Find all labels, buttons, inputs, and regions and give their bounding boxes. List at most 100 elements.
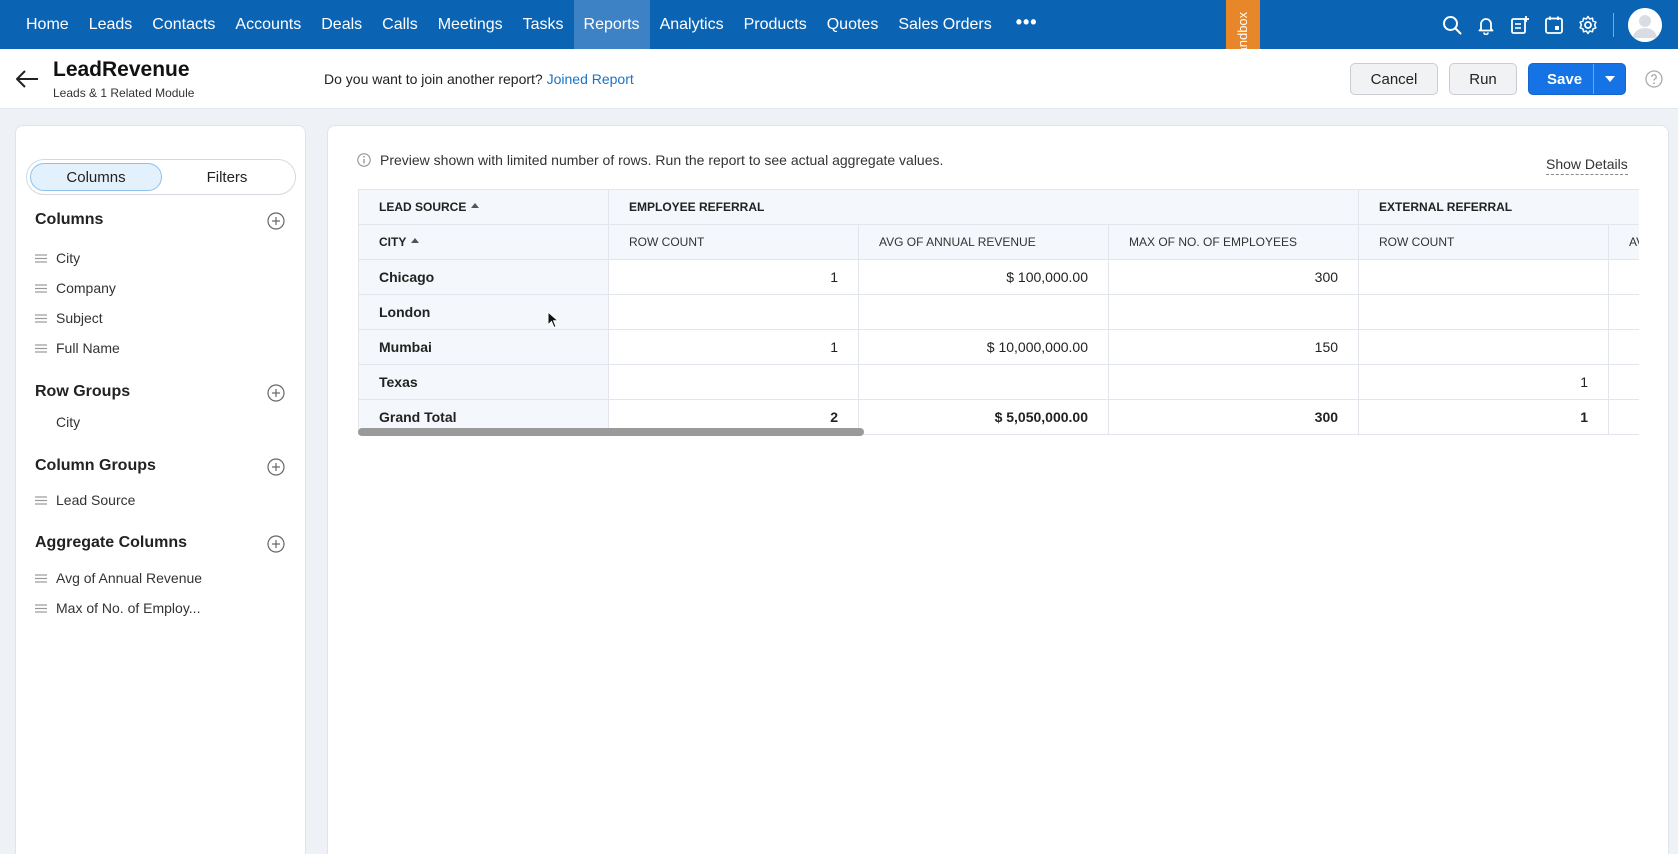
column-item-label: Company xyxy=(56,280,116,296)
lead-source-header[interactable]: LEAD SOURCE xyxy=(358,189,609,225)
nav-item-leads[interactable]: Leads xyxy=(79,0,143,49)
nav-item-accounts[interactable]: Accounts xyxy=(225,0,311,49)
table-row: Texas 1 xyxy=(358,364,1639,400)
cell-avg-annual-revenue xyxy=(858,294,1109,330)
sort-asc-icon[interactable] xyxy=(411,238,420,244)
aggregate-item-label: Max of No. of Employ... xyxy=(56,600,201,616)
row-label-city: London xyxy=(358,294,609,330)
cell-row-count: 1 xyxy=(608,329,859,365)
aggregate-item-avg-annual-revenue[interactable]: Avg of Annual Revenue xyxy=(35,568,202,588)
gear-icon[interactable] xyxy=(1571,8,1605,42)
cell-max-employees xyxy=(1107,364,1360,400)
aggregate-item-max-employees[interactable]: Max of No. of Employ... xyxy=(35,598,200,618)
column-group-item-lead-source[interactable]: Lead Source xyxy=(35,490,135,510)
drag-handle-icon[interactable] xyxy=(35,283,47,293)
join-report-prompt: Do you want to join another report? Join… xyxy=(324,71,634,87)
calendar-icon[interactable] xyxy=(1537,8,1571,42)
cell-total-avg-annual-revenue: $ 5,050,000.00 xyxy=(858,399,1109,435)
save-button[interactable]: Save xyxy=(1528,63,1626,95)
sort-asc-icon[interactable] xyxy=(471,203,480,209)
add-column-group-icon[interactable] xyxy=(267,458,285,476)
nav-item-tasks[interactable]: Tasks xyxy=(513,0,574,49)
cell-total-row-count: 1 xyxy=(1358,399,1610,435)
row-label-city: Mumbai xyxy=(358,329,609,365)
nav-utility-icons xyxy=(1435,0,1678,49)
drag-handle-icon[interactable] xyxy=(35,313,47,323)
add-row-group-icon[interactable] xyxy=(267,384,285,402)
cell-row-count xyxy=(1358,259,1610,295)
drag-handle-icon[interactable] xyxy=(35,495,47,505)
caret-down-icon xyxy=(1604,76,1615,82)
drag-handle-icon[interactable] xyxy=(35,573,47,583)
column-item-label: City xyxy=(56,250,81,266)
cell-truncated xyxy=(1608,294,1639,330)
nav-item-sales-orders[interactable]: Sales Orders xyxy=(888,0,1001,49)
run-button[interactable]: Run xyxy=(1449,63,1517,95)
nav-item-deals[interactable]: Deals xyxy=(311,0,372,49)
drag-handle-icon[interactable] xyxy=(35,253,47,263)
info-icon xyxy=(357,153,371,167)
column-item-city[interactable]: City xyxy=(35,248,80,268)
column-item-company[interactable]: Company xyxy=(35,278,116,298)
nav-item-reports[interactable]: Reports xyxy=(573,0,650,49)
cell-row-count xyxy=(608,294,859,330)
column-item-label: Full Name xyxy=(56,340,120,356)
cell-max-employees: 300 xyxy=(1107,259,1360,295)
row-label-city: Chicago xyxy=(358,259,609,295)
show-details-link[interactable]: Show Details xyxy=(1546,156,1628,175)
report-preview-panel: Preview shown with limited number of row… xyxy=(327,125,1669,854)
cell-avg-annual-revenue: $ 100,000.00 xyxy=(858,259,1109,295)
nav-item-quotes[interactable]: Quotes xyxy=(817,0,889,49)
group-header-external-referral: EXTERNAL REFERRAL xyxy=(1358,189,1639,225)
sub-header-row-count: ROW COUNT xyxy=(608,224,859,260)
add-note-icon[interactable] xyxy=(1503,8,1537,42)
user-avatar[interactable] xyxy=(1628,7,1662,42)
nav-item-home[interactable]: Home xyxy=(16,0,79,49)
group-header-employee-referral: EMPLOYEE REFERRAL xyxy=(607,189,1360,225)
save-label: Save xyxy=(1547,70,1583,88)
report-config-panel: Columns Filters Columns City Company Sub… xyxy=(15,125,306,854)
cell-row-count xyxy=(608,364,859,400)
table-row: Chicago 1 $ 100,000.00 300 xyxy=(358,259,1639,295)
tab-filters[interactable]: Filters xyxy=(161,163,293,191)
report-subtitle: Leads & 1 Related Module xyxy=(53,86,195,100)
joined-report-link[interactable]: Joined Report xyxy=(547,71,634,87)
cell-avg-annual-revenue: $ 10,000,000.00 xyxy=(858,329,1109,365)
nav-item-analytics[interactable]: Analytics xyxy=(650,0,734,49)
drag-handle-icon[interactable] xyxy=(35,343,47,353)
nav-item-calls[interactable]: Calls xyxy=(372,0,428,49)
column-group-item-label: Lead Source xyxy=(56,492,136,508)
add-column-icon[interactable] xyxy=(267,212,285,230)
city-header[interactable]: CITY xyxy=(358,224,609,260)
back-arrow-icon[interactable] xyxy=(14,68,40,90)
row-groups-section-title: Row Groups xyxy=(35,383,131,400)
top-navigation-bar: Home Leads Contacts Accounts Deals Calls… xyxy=(0,0,1678,49)
search-icon[interactable] xyxy=(1435,8,1469,42)
column-item-subject[interactable]: Subject xyxy=(35,308,103,328)
report-title: LeadRevenue xyxy=(53,58,190,81)
nav-item-contacts[interactable]: Contacts xyxy=(142,0,225,49)
sub-header-avg-annual-revenue: AVG OF ANNUAL REVENUE xyxy=(858,224,1109,260)
cancel-button[interactable]: Cancel xyxy=(1350,63,1438,95)
join-report-question: Do you want to join another report? xyxy=(324,71,543,87)
column-item-full-name[interactable]: Full Name xyxy=(35,338,120,358)
save-options-dropdown[interactable] xyxy=(1593,64,1625,94)
column-groups-section-title: Column Groups xyxy=(35,457,156,474)
nav-item-meetings[interactable]: Meetings xyxy=(428,0,513,49)
row-label-city: Texas xyxy=(358,364,609,400)
add-aggregate-icon[interactable] xyxy=(267,535,285,553)
drag-handle-icon[interactable] xyxy=(35,603,47,613)
aggregate-columns-section-title: Aggregate Columns xyxy=(35,534,188,551)
tab-columns[interactable]: Columns xyxy=(30,163,162,191)
bell-icon[interactable] xyxy=(1469,8,1503,42)
preview-info-message: Preview shown with limited number of row… xyxy=(357,152,943,168)
table-row: Mumbai 1 $ 10,000,000.00 150 xyxy=(358,329,1639,365)
cell-truncated xyxy=(1608,329,1639,365)
cell-total-max-employees: 300 xyxy=(1107,399,1360,435)
row-group-item-city[interactable]: City xyxy=(35,412,80,432)
horizontal-scrollbar[interactable] xyxy=(358,428,864,436)
report-header-bar: LeadRevenue Leads & 1 Related Module Do … xyxy=(0,49,1678,109)
help-icon[interactable] xyxy=(1645,70,1663,88)
more-modules-button[interactable]: ••• xyxy=(1002,0,1052,49)
nav-item-products[interactable]: Products xyxy=(734,0,817,49)
